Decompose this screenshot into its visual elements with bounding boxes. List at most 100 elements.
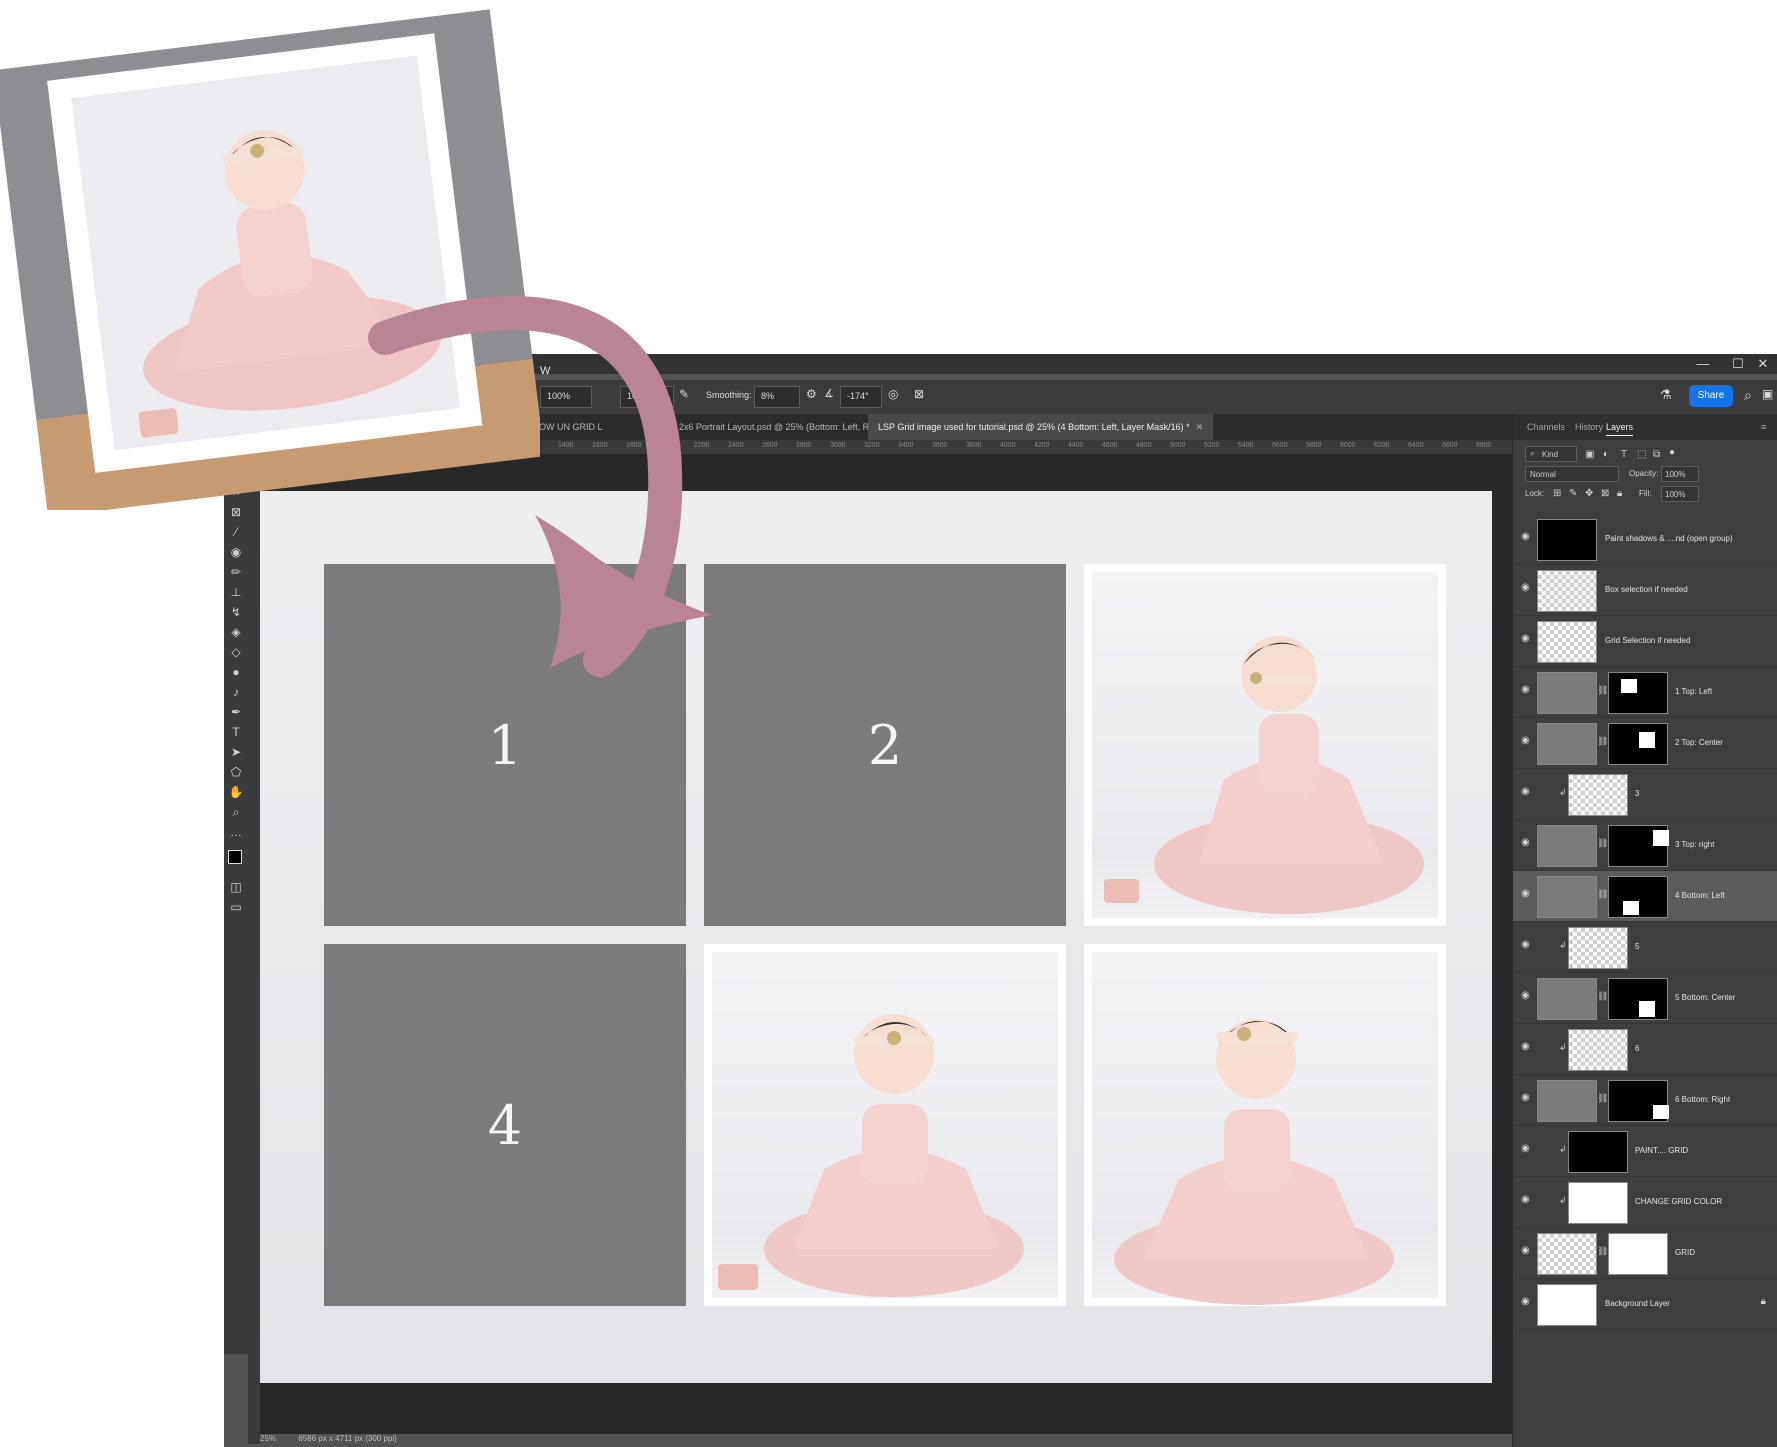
shape-tool-icon[interactable]: ⬠	[228, 764, 244, 780]
dodge-tool-icon[interactable]: ♪	[228, 684, 244, 700]
layer-thumbnail[interactable]	[1537, 672, 1597, 714]
chain-icon[interactable]: ⛓	[1597, 736, 1608, 747]
share-button[interactable]: Share	[1689, 385, 1733, 407]
canvas-area[interactable]: 1 2 4	[260, 454, 1512, 1434]
eye-icon[interactable]: ◉	[1521, 1093, 1531, 1103]
grid-cell-4[interactable]: 4	[324, 944, 686, 1306]
layer-thumbnail[interactable]	[1568, 1131, 1628, 1173]
grid-cell-5-photo[interactable]	[704, 944, 1066, 1306]
eye-icon[interactable]: ◉	[1521, 1144, 1531, 1154]
layer-thumbnail[interactable]	[1537, 621, 1597, 663]
layer-thumbnail[interactable]	[1537, 570, 1597, 612]
eye-icon[interactable]: ◉	[1521, 736, 1531, 746]
healing-tool-icon[interactable]: ◉	[228, 544, 244, 560]
layer-thumbnail[interactable]	[1537, 723, 1597, 765]
path-select-icon[interactable]: ➤	[228, 744, 244, 760]
eye-icon[interactable]: ◉	[1521, 940, 1531, 950]
layer-row[interactable]: ◉ ⛓ 2 Top: Center	[1513, 718, 1777, 769]
grid-cell-3-photo[interactable]	[1084, 564, 1446, 926]
eye-icon[interactable]: ◉	[1521, 532, 1531, 542]
eye-icon[interactable]: ◉	[1521, 991, 1531, 1001]
pixel-filter-icon[interactable]: ▣	[1585, 449, 1594, 460]
blur-tool-icon[interactable]: ●	[228, 664, 244, 680]
layer-thumbnail[interactable]	[1537, 825, 1597, 867]
stamp-tool-icon[interactable]: ⊥	[228, 584, 244, 600]
panel-menu-icon[interactable]: ≡	[1761, 422, 1766, 432]
eye-icon[interactable]: ◉	[1521, 685, 1531, 695]
layer-name[interactable]: 3 Top: right	[1675, 840, 1714, 849]
search-icon[interactable]: ⌕	[1744, 387, 1752, 404]
layer-thumbnail[interactable]	[1537, 876, 1597, 918]
layer-thumbnail[interactable]	[1568, 1029, 1628, 1071]
layer-opacity-field[interactable]: 100%	[1661, 466, 1699, 482]
layer-row[interactable]: ◉ Background Layer 🔒︎	[1513, 1279, 1777, 1330]
layer-name[interactable]: 6 Bottom: Right	[1675, 1095, 1730, 1104]
layer-mask-thumbnail[interactable]	[1608, 876, 1668, 918]
chain-icon[interactable]: ⛓	[1597, 1093, 1608, 1104]
layer-name[interactable]: 5	[1635, 942, 1639, 951]
eye-icon[interactable]: ◉	[1521, 1042, 1531, 1052]
airbrush-icon[interactable]: ✎	[679, 387, 689, 401]
eye-icon[interactable]: ◉	[1521, 1195, 1531, 1205]
eyedropper-tool-icon[interactable]: ⁄	[228, 524, 244, 540]
layer-name[interactable]: GRID	[1675, 1248, 1695, 1257]
pressure-icon[interactable]: ◎	[888, 387, 898, 401]
hand-tool-icon[interactable]: ✋	[228, 784, 244, 800]
layer-thumbnail[interactable]	[1537, 1284, 1597, 1326]
layer-thumbnail[interactable]	[1568, 774, 1628, 816]
brush-tool-icon[interactable]: ✏	[228, 564, 244, 580]
tab-close-icon[interactable]: ✕	[1196, 422, 1204, 432]
move-tool-icon[interactable]: ✥	[228, 464, 244, 480]
lock-all-icon[interactable]: 🔒︎	[1617, 488, 1622, 499]
layer-row[interactable]: ◉ Box selection if needed	[1513, 565, 1777, 616]
lock-pixels-icon[interactable]: ✎	[1569, 488, 1577, 499]
layer-thumbnail[interactable]	[1537, 978, 1597, 1020]
layer-mask-thumbnail[interactable]	[1608, 1233, 1668, 1275]
layer-row[interactable]: ◉ ↲ CHANGE GRID COLOR	[1513, 1177, 1777, 1228]
lock-artboard-icon[interactable]: ⊠	[1601, 488, 1609, 499]
chain-icon[interactable]: ⛓	[1597, 838, 1608, 849]
lock-position-icon[interactable]: ✥	[1585, 488, 1593, 499]
type-tool-icon[interactable]: T	[228, 724, 244, 740]
layer-name[interactable]: 6	[1635, 1044, 1639, 1053]
shape-filter-icon[interactable]: ⬚	[1637, 449, 1646, 460]
layer-row[interactable]: ◉ ⛓ GRID	[1513, 1228, 1777, 1279]
pen-tool-icon[interactable]: ✒	[228, 704, 244, 720]
crop-tool-icon[interactable]: ⌗	[228, 484, 244, 500]
history-brush-icon[interactable]: ↯	[228, 604, 244, 620]
grid-cell-2[interactable]: 2	[704, 564, 1066, 926]
adjustment-filter-icon[interactable]: ◐	[1603, 449, 1609, 460]
lock-transparency-icon[interactable]: ⊞	[1553, 488, 1561, 499]
layer-name[interactable]: 1 Top: Left	[1675, 687, 1712, 696]
grid-cell-1[interactable]: 1	[324, 564, 686, 926]
layer-mask-thumbnail[interactable]	[1608, 672, 1668, 714]
layer-row[interactable]: ◉ ⛓ 3 Top: right	[1513, 820, 1777, 871]
layer-name[interactable]: CHANGE GRID COLOR	[1635, 1197, 1722, 1206]
flow-field[interactable]: 100%	[620, 386, 674, 408]
zoom-tool-icon[interactable]: ⌕	[228, 804, 244, 820]
layer-row[interactable]: ◉ ⛓ 6 Bottom: Right	[1513, 1075, 1777, 1126]
eye-icon[interactable]: ◉	[1521, 1297, 1531, 1307]
close-icon[interactable]: ✕	[1754, 356, 1772, 372]
type-filter-icon[interactable]: T	[1621, 449, 1627, 460]
layer-thumbnail[interactable]	[1568, 1182, 1628, 1224]
layer-row[interactable]: ◉ ↲ 6	[1513, 1024, 1777, 1075]
layer-row[interactable]: ◉ Grid Selection if needed	[1513, 616, 1777, 667]
tab-channels[interactable]: Channels	[1527, 422, 1565, 432]
foreground-color-swatch[interactable]	[228, 850, 242, 864]
layer-mask-thumbnail[interactable]	[1608, 825, 1669, 867]
layer-thumbnail[interactable]	[1537, 519, 1597, 561]
layer-mask-thumbnail[interactable]	[1608, 723, 1668, 765]
layer-mask-thumbnail[interactable]	[1608, 978, 1668, 1020]
filter-toggle-icon[interactable]: ●	[1669, 447, 1675, 458]
eraser-tool-icon[interactable]: ◈	[228, 624, 244, 640]
minimize-icon[interactable]: —	[1694, 356, 1712, 371]
flask-icon[interactable]: ⚗	[1660, 387, 1672, 403]
eye-icon[interactable]: ◉	[1521, 583, 1531, 593]
smoothing-field[interactable]: 8%	[754, 386, 800, 408]
layer-name[interactable]: 2 Top: Center	[1675, 738, 1723, 747]
chain-icon[interactable]: ⛓	[1597, 889, 1608, 900]
eye-icon[interactable]: ◉	[1521, 838, 1531, 848]
tab-doc-1[interactable]: OW UN GRID L	[529, 414, 613, 440]
chain-icon[interactable]: ⛓	[1597, 1246, 1608, 1257]
